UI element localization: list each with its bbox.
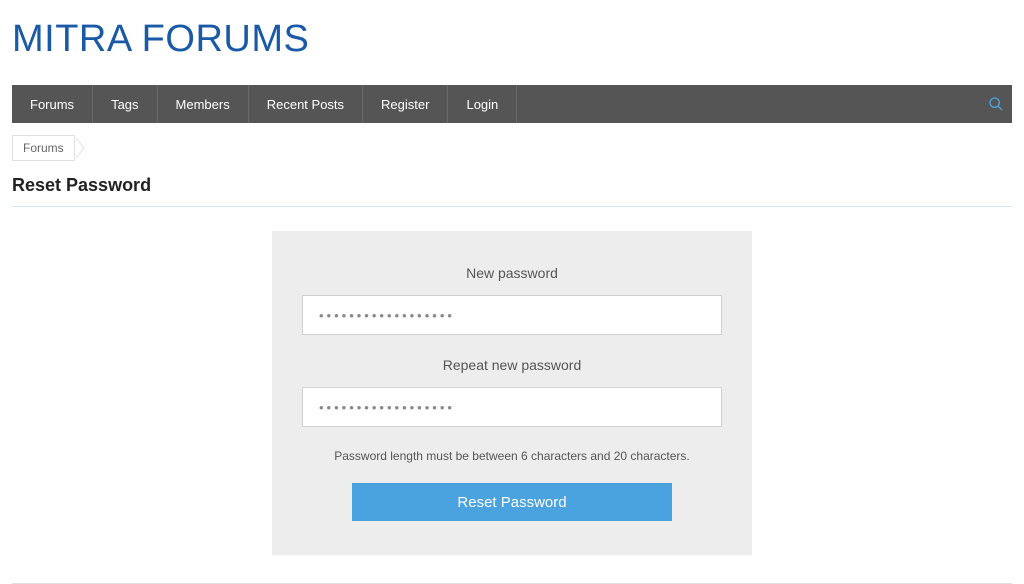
- new-password-label: New password: [302, 265, 722, 281]
- search-icon[interactable]: [988, 85, 1004, 123]
- breadcrumb: Forums: [12, 135, 1012, 161]
- breadcrumb-forums[interactable]: Forums: [12, 135, 75, 161]
- nav-register[interactable]: Register: [363, 85, 448, 123]
- nav-members[interactable]: Members: [158, 85, 249, 123]
- nav-login[interactable]: Login: [448, 85, 517, 123]
- password-hint: Password length must be between 6 charac…: [302, 449, 722, 463]
- divider: [12, 206, 1012, 207]
- repeat-password-label: Repeat new password: [302, 357, 722, 373]
- navbar: Forums Tags Members Recent Posts Registe…: [12, 85, 1012, 123]
- page-title: Reset Password: [12, 175, 1012, 196]
- reset-password-button[interactable]: Reset Password: [352, 483, 672, 521]
- nav-tags[interactable]: Tags: [93, 85, 157, 123]
- site-title[interactable]: MITRA FORUMS: [0, 0, 1024, 85]
- reset-password-panel: New password Repeat new password Passwor…: [272, 231, 752, 555]
- new-password-input[interactable]: [302, 295, 722, 335]
- nav-forums[interactable]: Forums: [12, 85, 93, 123]
- chevron-right-icon: [74, 136, 90, 160]
- repeat-password-input[interactable]: [302, 387, 722, 427]
- nav-recent-posts[interactable]: Recent Posts: [249, 85, 363, 123]
